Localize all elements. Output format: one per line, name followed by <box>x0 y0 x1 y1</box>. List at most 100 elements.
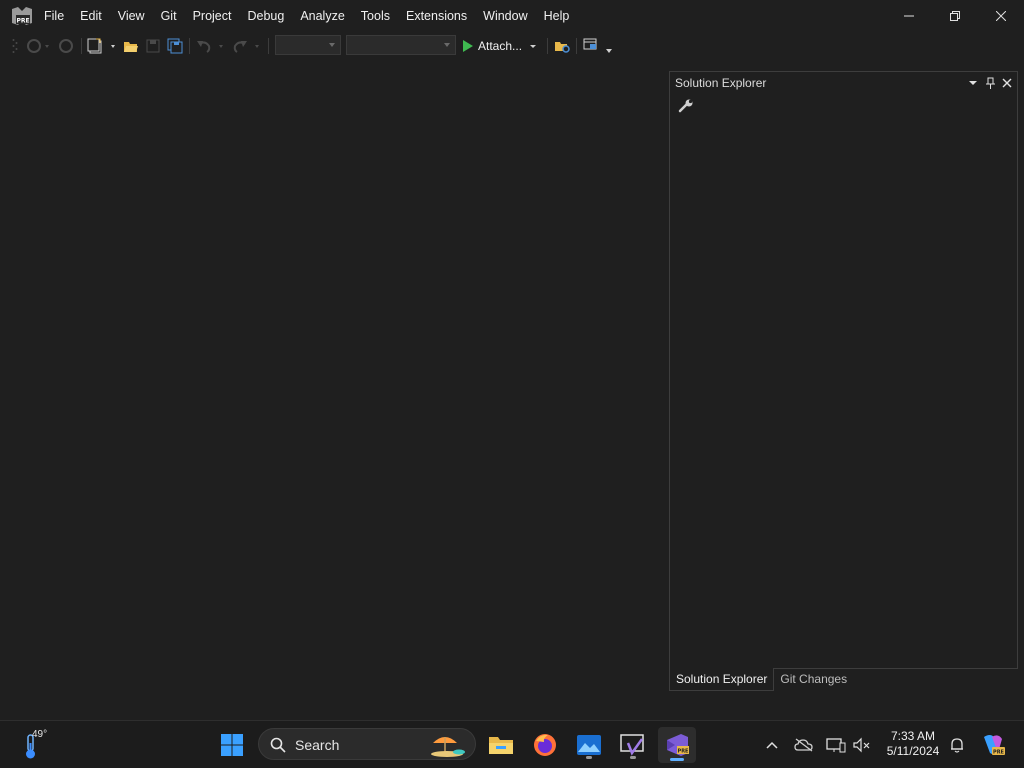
taskbar-photos[interactable] <box>573 729 605 761</box>
grip-icon <box>12 39 18 53</box>
chevron-down-icon <box>444 43 450 47</box>
menu-extensions[interactable]: Extensions <box>398 4 475 28</box>
tab-git-changes[interactable]: Git Changes <box>774 668 853 690</box>
weather-temperature: 49° <box>32 729 48 740</box>
menu-project[interactable]: Project <box>185 4 240 28</box>
minimize-icon <box>904 15 914 17</box>
visual-studio-preview-icon: PRE <box>667 734 690 756</box>
restore-button[interactable] <box>932 0 978 32</box>
start-button[interactable] <box>216 729 248 761</box>
wrench-icon <box>678 99 693 113</box>
chevron-up-icon <box>766 741 778 749</box>
network-monitor-icon <box>826 738 846 753</box>
clock-date: 5/11/2024 <box>886 744 940 758</box>
save-all-button[interactable] <box>166 36 184 56</box>
close-button[interactable] <box>978 0 1024 32</box>
beach-umbrella-icon <box>431 737 465 757</box>
menu-view[interactable]: View <box>110 4 153 28</box>
menu-analyze[interactable]: Analyze <box>292 4 352 28</box>
logo-badge-text: PRE <box>993 750 1005 756</box>
menu-tools[interactable]: Tools <box>353 4 398 28</box>
taskbar-visual-studio-installer[interactable] <box>617 729 649 761</box>
solution-explorer-title: Solution Explorer <box>675 76 767 90</box>
copilot-pre-icon: PRE <box>984 735 1005 756</box>
visual-studio-installer-icon <box>620 734 644 756</box>
save-all-icon <box>167 38 183 54</box>
windows-taskbar: 49° Search PRE 7:33 AM 5/11/2024 PRE <box>0 720 1024 768</box>
taskbar-search-box[interactable]: Search <box>258 728 476 760</box>
weather-widget[interactable]: 49° <box>18 729 74 761</box>
copilot-button[interactable]: PRE <box>976 729 1010 761</box>
navigate-back-button[interactable] <box>22 36 54 56</box>
clock-time: 7:33 AM <box>890 729 936 743</box>
taskbar-clock[interactable]: 7:33 AM 5/11/2024 <box>878 729 948 759</box>
show-hidden-icons-button[interactable] <box>760 729 784 761</box>
photos-icon <box>577 735 601 755</box>
taskbar-visual-studio-preview[interactable]: PRE <box>658 727 696 763</box>
toolbar-grip[interactable] <box>8 36 22 56</box>
auto-hide-pin-button[interactable] <box>983 76 997 90</box>
running-indicator <box>630 756 636 759</box>
file-explorer-icon <box>489 737 513 754</box>
solution-platform-combo[interactable] <box>346 35 456 55</box>
onedrive-tray-icon[interactable] <box>792 729 816 761</box>
open-folder-icon <box>124 42 138 52</box>
play-icon <box>463 40 473 52</box>
new-project-button[interactable] <box>86 36 120 56</box>
pin-icon <box>986 77 995 89</box>
volume-muted-icon <box>853 737 870 753</box>
minimize-button[interactable] <box>886 0 932 32</box>
standard-toolbar: Attach... <box>0 32 1024 60</box>
chevron-down-icon <box>530 45 537 48</box>
title-bar: PRE File Edit View Git Project Debug Ana… <box>0 0 1024 32</box>
editor-area <box>0 60 666 720</box>
navigate-forward-icon <box>59 39 73 53</box>
tab-solution-explorer[interactable]: Solution Explorer <box>669 668 775 691</box>
window-layout-icon <box>583 38 612 53</box>
properties-button[interactable] <box>678 98 694 114</box>
network-tray-icon[interactable] <box>824 729 848 761</box>
search-label: Search <box>295 737 340 753</box>
solution-explorer-panel: Solution Explorer <box>669 71 1018 669</box>
undo-button[interactable] <box>194 36 228 56</box>
window-position-button[interactable] <box>966 76 980 90</box>
solution-configuration-combo[interactable] <box>275 35 341 55</box>
visual-studio-preview-logo[interactable]: PRE <box>10 5 34 27</box>
new-project-icon <box>87 38 115 54</box>
navigate-forward-button[interactable] <box>56 36 76 56</box>
redo-button[interactable] <box>230 36 264 56</box>
search-icon <box>270 737 286 753</box>
cloud-offline-icon <box>794 738 813 752</box>
menu-help[interactable]: Help <box>536 4 578 28</box>
menu-window[interactable]: Window <box>475 4 535 28</box>
logo-badge-text: PRE <box>16 18 29 25</box>
chevron-down-icon <box>329 43 335 47</box>
menu-debug[interactable]: Debug <box>239 4 292 28</box>
solution-folder-button[interactable] <box>552 36 572 56</box>
redo-icon <box>233 41 259 53</box>
close-icon <box>1002 78 1012 88</box>
window-layout-button[interactable] <box>581 36 615 56</box>
menu-file[interactable]: File <box>36 4 72 28</box>
windows-logo-icon <box>221 734 243 756</box>
logo-badge-text: PRE <box>678 749 690 755</box>
undo-icon <box>197 41 223 53</box>
bell-icon <box>951 738 963 753</box>
taskbar-firefox[interactable] <box>529 729 561 761</box>
menu-git[interactable]: Git <box>153 4 185 28</box>
menu-bar: File Edit View Git Project Debug Analyze… <box>36 0 577 32</box>
solution-explorer-tab-strip: Solution Explorer Git Changes <box>669 668 853 691</box>
save-button[interactable] <box>144 36 162 56</box>
active-indicator <box>670 758 684 761</box>
close-icon <box>996 11 1006 21</box>
notifications-button[interactable] <box>946 729 968 761</box>
open-file-button[interactable] <box>122 36 140 56</box>
close-panel-button[interactable] <box>1000 76 1014 90</box>
chevron-down-icon <box>969 81 977 85</box>
menu-edit[interactable]: Edit <box>72 4 110 28</box>
taskbar-file-explorer[interactable] <box>485 729 517 761</box>
attach-debugger-button[interactable]: Attach... <box>462 36 544 56</box>
firefox-icon <box>534 734 556 756</box>
volume-tray-icon[interactable] <box>850 729 874 761</box>
navigate-back-icon <box>27 39 49 53</box>
